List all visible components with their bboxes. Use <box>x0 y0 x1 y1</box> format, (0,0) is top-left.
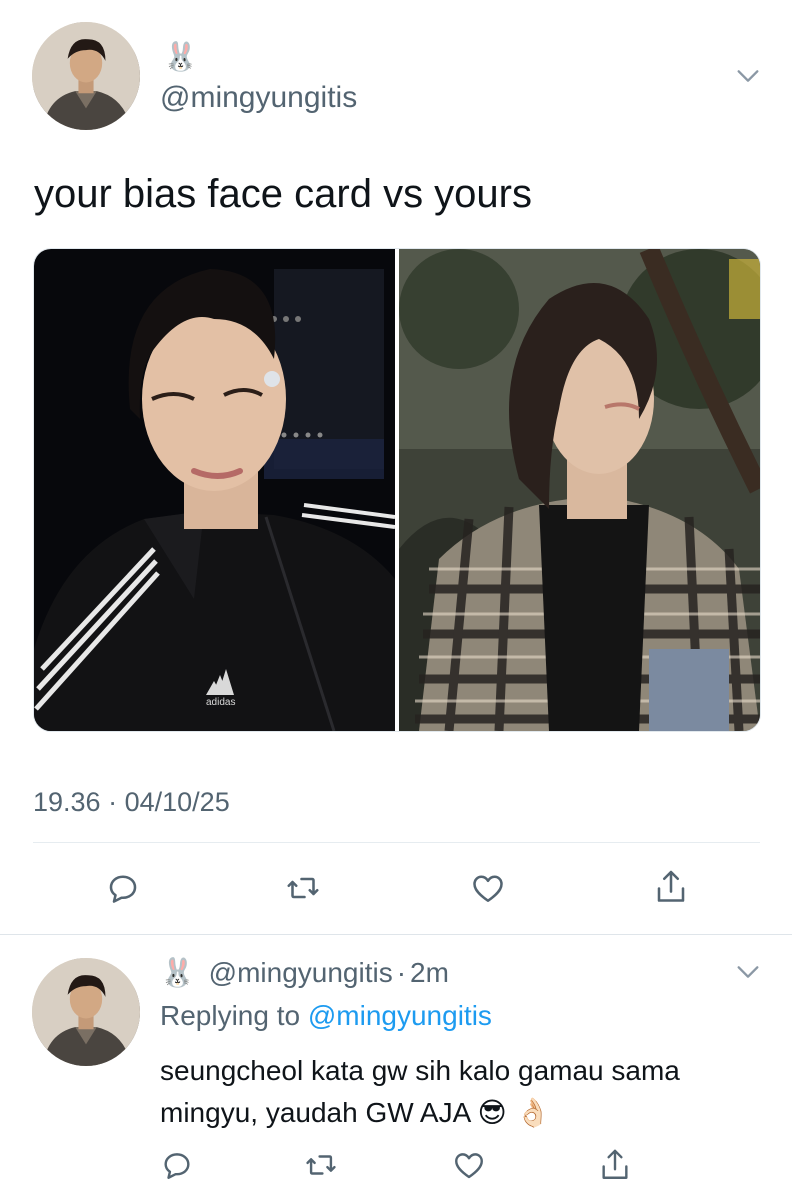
reply-text: seungcheol kata gw sih kalo gamau sama m… <box>160 1050 680 1134</box>
share-icon[interactable] <box>598 1146 632 1184</box>
timestamp-separator: · <box>108 787 118 817</box>
section-divider <box>0 934 792 935</box>
heart-icon[interactable] <box>451 1148 487 1182</box>
retweet-icon[interactable] <box>284 870 322 906</box>
reply-emojis: 😎 👌🏻 <box>477 1096 551 1129</box>
user-handle[interactable]: @mingyungitis <box>160 80 357 116</box>
brand-text: adidas <box>206 697 235 708</box>
retweet-icon[interactable] <box>303 1148 339 1182</box>
reply-age[interactable]: 2m <box>410 957 449 988</box>
tweet-time: 19.36 <box>33 787 101 817</box>
tweet-timestamp: 19.36 · 04/10/25 <box>33 786 230 818</box>
reply-user-emoji: 🐰 <box>160 956 195 989</box>
chevron-down-icon[interactable] <box>734 958 762 986</box>
media-photo-1[interactable]: adidas <box>34 249 396 731</box>
divider <box>33 842 760 843</box>
tweet-media[interactable]: adidas <box>33 248 761 732</box>
reply-separator: · <box>396 957 407 988</box>
replying-to-handle[interactable]: @mingyungitis <box>308 1000 492 1031</box>
tweet-date: 04/10/25 <box>124 787 230 817</box>
reply-text-line-2-text: mingyu, yaudah GW AJA <box>160 1097 470 1128</box>
reply-text-line-1: seungcheol kata gw sih kalo gamau sama <box>160 1055 680 1086</box>
reply-handle[interactable]: @mingyungitis <box>209 957 393 988</box>
avatar[interactable] <box>32 22 140 130</box>
heart-icon[interactable] <box>469 870 507 906</box>
media-photo-2[interactable] <box>399 249 760 731</box>
reply-icon[interactable] <box>160 1148 194 1182</box>
reply-icon[interactable] <box>105 870 141 906</box>
tweet-text: your bias face card vs yours <box>34 172 532 216</box>
user-emoji: 🐰 <box>163 40 198 73</box>
reply-header: 🐰 @mingyungitis · 2m <box>160 955 449 991</box>
reply-avatar[interactable] <box>32 958 140 1066</box>
reply-text-line-2: mingyu, yaudah GW AJA 😎 👌🏻 <box>160 1092 680 1134</box>
replying-to-label: Replying to <box>160 1000 301 1031</box>
replying-to: Replying to @mingyungitis <box>160 998 492 1034</box>
chevron-down-icon[interactable] <box>734 62 762 90</box>
share-icon[interactable] <box>653 867 689 907</box>
